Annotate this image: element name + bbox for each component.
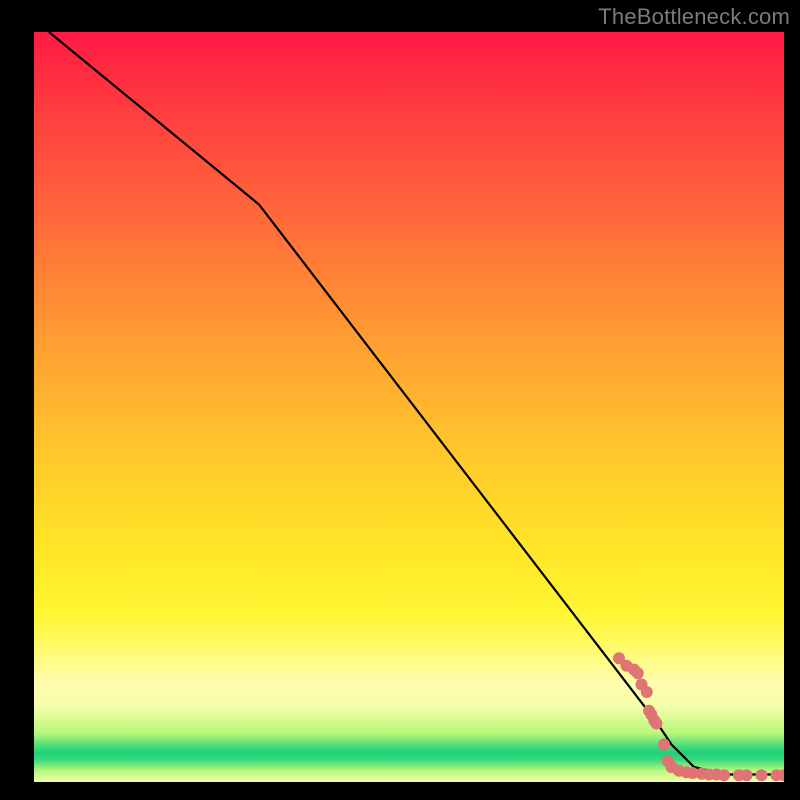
- data-points: [613, 652, 784, 781]
- data-point: [651, 718, 663, 730]
- data-point: [658, 739, 670, 751]
- bottleneck-curve: [49, 32, 784, 775]
- data-point: [632, 667, 644, 679]
- data-point: [718, 769, 730, 781]
- chart-stage: TheBottleneck.com: [0, 0, 800, 800]
- plot-area: [34, 32, 784, 782]
- data-point: [741, 769, 753, 781]
- chart-overlay: [34, 32, 784, 782]
- plot-frame: [34, 32, 784, 782]
- data-point: [641, 686, 653, 698]
- data-point: [756, 769, 768, 781]
- watermark-text: TheBottleneck.com: [598, 4, 790, 30]
